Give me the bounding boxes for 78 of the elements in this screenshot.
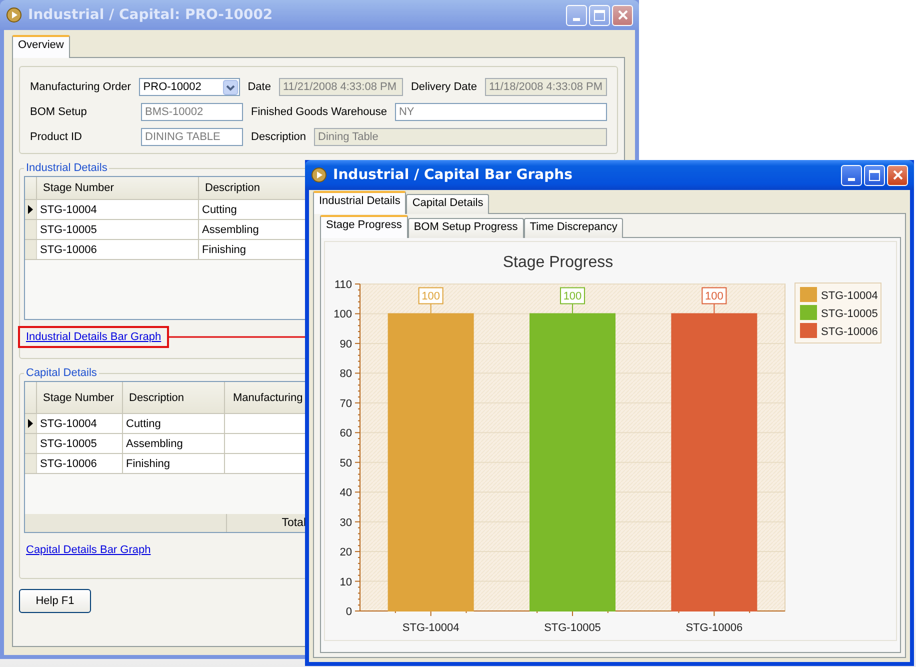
y-tick-label: 70 (340, 398, 352, 410)
group-title: Industrial Details (25, 162, 108, 174)
tab[interactable]: Industrial Details (313, 191, 406, 214)
y-tick-label: 80 (340, 368, 352, 380)
field-label: Delivery Date (410, 81, 477, 93)
row-pointer-icon (28, 205, 33, 214)
y-tick-label: 40 (340, 487, 352, 500)
legend-label: STG-10006 (821, 326, 878, 338)
legend-label: STG-10004 (821, 290, 878, 302)
y-tick-label: 0 (346, 606, 352, 618)
table-cell: Finishing (123, 454, 225, 473)
y-tick-label: 20 (340, 546, 352, 559)
table-cell: STG-10005 (37, 434, 123, 453)
field-label: Product ID (30, 131, 83, 143)
legend-swatch (800, 305, 817, 320)
field-label: Date (248, 81, 271, 93)
column-header[interactable]: Stage Number (36, 177, 198, 199)
y-tick-label: 50 (340, 457, 352, 470)
tab[interactable]: Time Discrepancy (524, 218, 624, 238)
y-tick-label: 60 (340, 428, 352, 440)
table-cell: STG-10006 (37, 454, 123, 473)
tab[interactable]: BOM Setup Progress (408, 218, 524, 238)
close-icon[interactable] (892, 170, 902, 180)
y-tick-label: 90 (340, 338, 352, 350)
input-field[interactable]: DINING TABLE (141, 128, 243, 146)
minimize-button[interactable] (566, 4, 587, 26)
close-icon[interactable] (618, 10, 628, 20)
x-tick-label: STG-10004 (402, 622, 460, 634)
data-label: 100 (704, 290, 724, 303)
data-label: 100 (422, 290, 440, 303)
window-title: Industrial / Capital Bar Graphs (333, 167, 572, 183)
x-tick-label: STG-10006 (686, 622, 743, 634)
window-title: Industrial / Capital: PRO-10002 (28, 7, 273, 23)
field-label: Manufacturing Order (30, 81, 132, 93)
data-label: 100 (560, 287, 585, 314)
app-icon (311, 167, 327, 183)
column-header[interactable]: Description (122, 382, 224, 413)
data-label: 100 (563, 290, 582, 303)
maximize-button[interactable] (864, 164, 885, 186)
bar-graph-link[interactable]: Industrial Details Bar Graph (18, 326, 170, 348)
y-tick-label: 10 (340, 576, 352, 588)
column-header[interactable]: Stage Number (36, 382, 122, 413)
legend-label: STG-10005 (821, 308, 878, 320)
close-button[interactable] (887, 164, 908, 186)
table-cell: STG-10006 (37, 240, 199, 259)
bar-graph-link[interactable]: Capital Details Bar Graph (18, 539, 159, 561)
data-label: 100 (702, 287, 727, 314)
tab[interactable]: Stage Progress (320, 215, 408, 238)
table-cell: Assembling (123, 434, 225, 453)
close-button[interactable] (612, 4, 633, 26)
row-header[interactable] (25, 200, 37, 219)
field-label: Finished Goods Warehouse (251, 106, 387, 118)
app-icon (6, 7, 22, 23)
maximize-button[interactable] (589, 4, 610, 26)
data-label: 100 (418, 287, 444, 314)
table-cell: Cutting (123, 414, 225, 433)
input-field[interactable]: BMS-10002 (141, 103, 243, 121)
row-header[interactable] (25, 414, 37, 433)
y-tick-label: 100 (334, 308, 352, 321)
tab[interactable]: Overview (12, 35, 70, 58)
tab[interactable]: Capital Details (406, 194, 490, 214)
field-label: BOM Setup (30, 106, 88, 118)
table-cell: STG-10004 (37, 200, 199, 219)
legend-swatch (800, 323, 817, 338)
input-field[interactable]: NY (394, 103, 607, 121)
legend-swatch (800, 287, 817, 302)
dropdown-field[interactable]: PRO-10002 (139, 78, 240, 96)
group-title: Capital Details (25, 367, 98, 379)
y-tick-label: 110 (334, 279, 352, 291)
help-button[interactable]: Help F1 (19, 589, 91, 613)
y-tick-label: 30 (340, 516, 352, 529)
field-label: Description (251, 131, 306, 143)
chart-title: Stage Progress (502, 254, 614, 271)
minimize-button[interactable] (841, 164, 862, 186)
table-cell: STG-10005 (37, 220, 199, 239)
row-pointer-icon (28, 419, 33, 428)
table-cell: STG-10004 (37, 414, 123, 433)
x-tick-label: STG-10005 (544, 622, 601, 634)
